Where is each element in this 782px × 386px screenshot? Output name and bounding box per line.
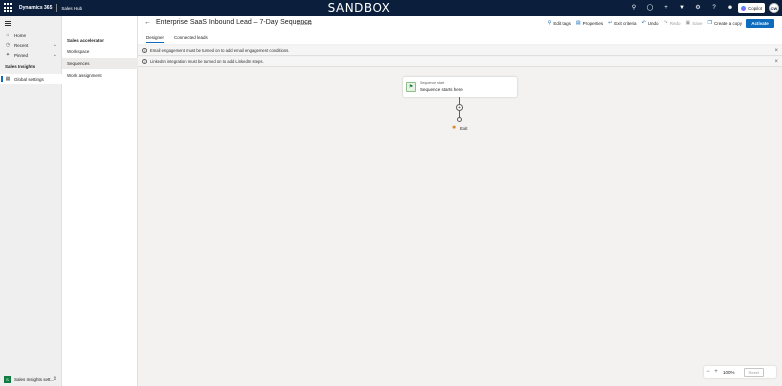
designer-canvas[interactable]: ⚑ Sequence start Sequence starts here + … (138, 67, 782, 386)
back-arrow-icon[interactable]: ← (144, 19, 151, 26)
lightbulb-icon[interactable]: ◯ (646, 4, 654, 12)
edit-tags-button[interactable]: ⚲ Edit tags (548, 20, 571, 26)
undo-label: Undo (647, 20, 659, 26)
pin-icon: ✦ (5, 52, 11, 58)
nav-item-recent[interactable]: ◷ Recent ⌄ (0, 40, 62, 50)
nav-item-global-settings[interactable]: ▦ Global settings (0, 74, 62, 84)
people-icon[interactable]: ☻ (726, 4, 734, 12)
nav-item-label: Pinned (14, 52, 29, 58)
subnav-item-sequences[interactable]: Sequences (62, 58, 138, 69)
redo-button[interactable]: ↷ Redo (664, 20, 681, 26)
exit-icon: ↩ (608, 20, 613, 26)
command-bar: ⚲ Edit tags ▤ Properties ↩ Exit criteria ↶ U… (548, 20, 742, 26)
tab-designer[interactable]: Designer (146, 35, 165, 43)
area-switcher-label: Sales Insights sett... (14, 376, 55, 382)
nav-item-label: Home (14, 32, 27, 38)
zoom-out-button[interactable]: − (704, 369, 712, 375)
exit-criteria-button[interactable]: ↩ Exit criteria (608, 20, 636, 26)
redo-icon: ↷ (663, 20, 668, 26)
avatar[interactable]: CW (769, 3, 779, 13)
info-icon: i (142, 48, 147, 53)
exit-label: Exit (460, 126, 468, 131)
nav-section-title: Sales Insights (5, 64, 36, 69)
chevron-down-icon[interactable]: ⌄ (53, 52, 57, 58)
main-content: ← Enterprise SaaS Inbound Lead – 7-Day S… (138, 16, 782, 386)
subnav-title: Sales accelerator (67, 38, 105, 43)
help-icon[interactable]: ? (710, 4, 718, 12)
filter-icon[interactable]: ▼ (678, 4, 686, 12)
close-icon[interactable]: × (774, 48, 778, 54)
page-header: ← Enterprise SaaS Inbound Lead – 7-Day S… (138, 16, 782, 44)
tab-connected-leads[interactable]: Connected leads (174, 35, 208, 42)
banner-text: LinkedIn integration must be turned on t… (150, 59, 264, 64)
start-card-label: Sequence start (420, 81, 445, 85)
add-step-button[interactable]: + (456, 104, 463, 111)
banner-text: Email engagement must be turned on to ad… (150, 48, 290, 53)
subnav-item-workspace[interactable]: Workspace (62, 46, 138, 57)
nav-item-pinned[interactable]: ✦ Pinned ⌄ (0, 50, 62, 60)
area-switcher[interactable]: S Sales Insights sett... ⇕ (2, 374, 59, 384)
clock-icon: ◷ (5, 42, 11, 48)
chart-icon: ▦ (5, 76, 11, 82)
notification-banner: i Email engagement must be turned on to … (138, 46, 782, 56)
chevron-down-icon[interactable]: ⌄ (53, 42, 57, 48)
zoom-in-button[interactable]: + (712, 369, 720, 375)
nav-item-label: Recent (14, 42, 29, 48)
create-copy-button[interactable]: ❐ Create a copy (708, 20, 743, 26)
area-icon: S (4, 375, 11, 383)
chevron-updown-icon: ⇕ (52, 376, 57, 382)
info-icon: i (142, 59, 147, 64)
status-badge: - Inactive (294, 21, 313, 26)
copilot-label: Copilot (747, 5, 762, 11)
start-flag-icon: ⚑ (406, 82, 416, 92)
redo-label: Redo (669, 20, 681, 26)
top-bar: Dynamics 365 Sales Hub SANDBOX ⚲ ◯ + ▼ ⚙… (0, 0, 782, 16)
search-icon[interactable]: ⚲ (630, 4, 638, 12)
nav-item-label: Global settings (14, 76, 44, 82)
copy-icon: ❐ (707, 20, 712, 26)
settings-subnav: Sales accelerator Workspace Sequences Wo… (62, 16, 138, 386)
nav-item-home[interactable]: ⌂ Home (0, 30, 62, 40)
edit-tags-label: Edit tags (553, 20, 571, 26)
hamburger-menu-icon[interactable] (5, 21, 11, 27)
close-icon[interactable]: × (774, 59, 778, 65)
save-label: Save (692, 20, 703, 26)
page-title: Enterprise SaaS Inbound Lead – 7-Day Seq… (156, 19, 312, 26)
save-icon: ▣ (685, 20, 691, 26)
connector-end (457, 117, 462, 122)
activate-button[interactable]: Activate (746, 19, 774, 28)
exit-criteria-label: Exit criteria (614, 20, 637, 26)
notification-banner: i LinkedIn integration must be turned on… (138, 57, 782, 67)
exit-icon: ✱ (452, 125, 457, 131)
start-card-text: Sequence starts here (420, 87, 463, 92)
gear-icon[interactable]: ⚙ (694, 4, 702, 12)
undo-button[interactable]: ↶ Undo (642, 20, 659, 26)
left-navigation: ⌂ Home ◷ Recent ⌄ ✦ Pinned ⌄ Sales Insig… (0, 16, 62, 386)
tag-icon: ⚲ (547, 20, 552, 26)
undo-icon: ↶ (641, 20, 646, 26)
zoom-controls: − + 100% Reset (704, 366, 776, 378)
subnav-item-work-assignment[interactable]: Work assignment (62, 70, 138, 81)
properties-label: Properties (582, 20, 604, 26)
top-bar-icons: ⚲ ◯ + ▼ ⚙ ? ☻ (630, 4, 734, 12)
environment-label: SANDBOX (327, 1, 391, 15)
zoom-level: 100% (723, 369, 735, 375)
copilot-icon (740, 5, 746, 11)
tab-bar: Designer Connected leads (146, 35, 208, 43)
plus-icon[interactable]: + (662, 4, 670, 12)
home-icon: ⌂ (6, 32, 10, 38)
create-copy-label: Create a copy (713, 20, 742, 26)
save-button[interactable]: ▣ Save (686, 20, 703, 26)
properties-button[interactable]: ▤ Properties (576, 20, 603, 26)
copilot-button[interactable]: Copilot (737, 3, 765, 13)
properties-icon: ▤ (575, 20, 581, 26)
reset-button[interactable]: Reset (743, 367, 764, 377)
sequence-start-card[interactable]: ⚑ Sequence start Sequence starts here (403, 77, 517, 97)
